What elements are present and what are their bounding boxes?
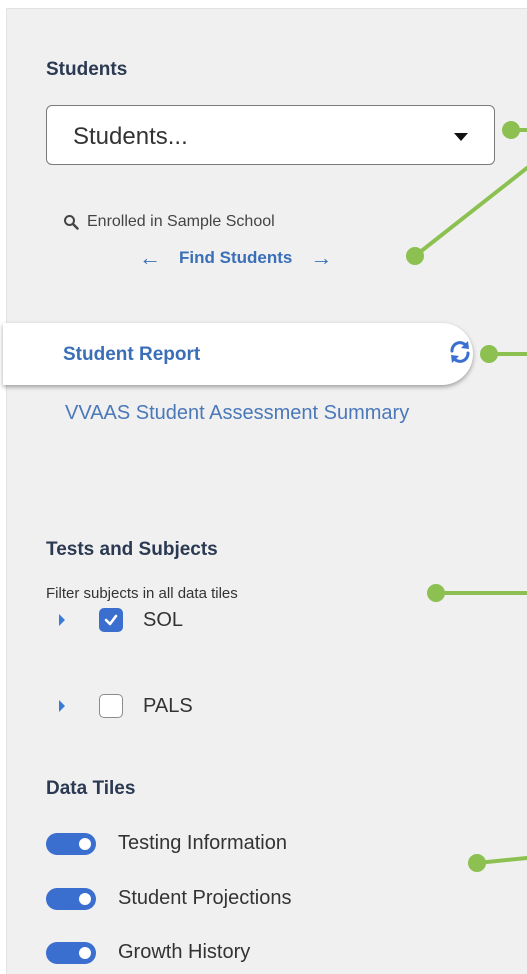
callout-overlay [406, 121, 527, 872]
callout-dot [427, 584, 445, 602]
callout-dot [502, 121, 520, 139]
callout-dot [480, 345, 498, 363]
callout-dot [406, 247, 424, 265]
callout-dot [468, 854, 486, 872]
callout-line [413, 166, 527, 258]
